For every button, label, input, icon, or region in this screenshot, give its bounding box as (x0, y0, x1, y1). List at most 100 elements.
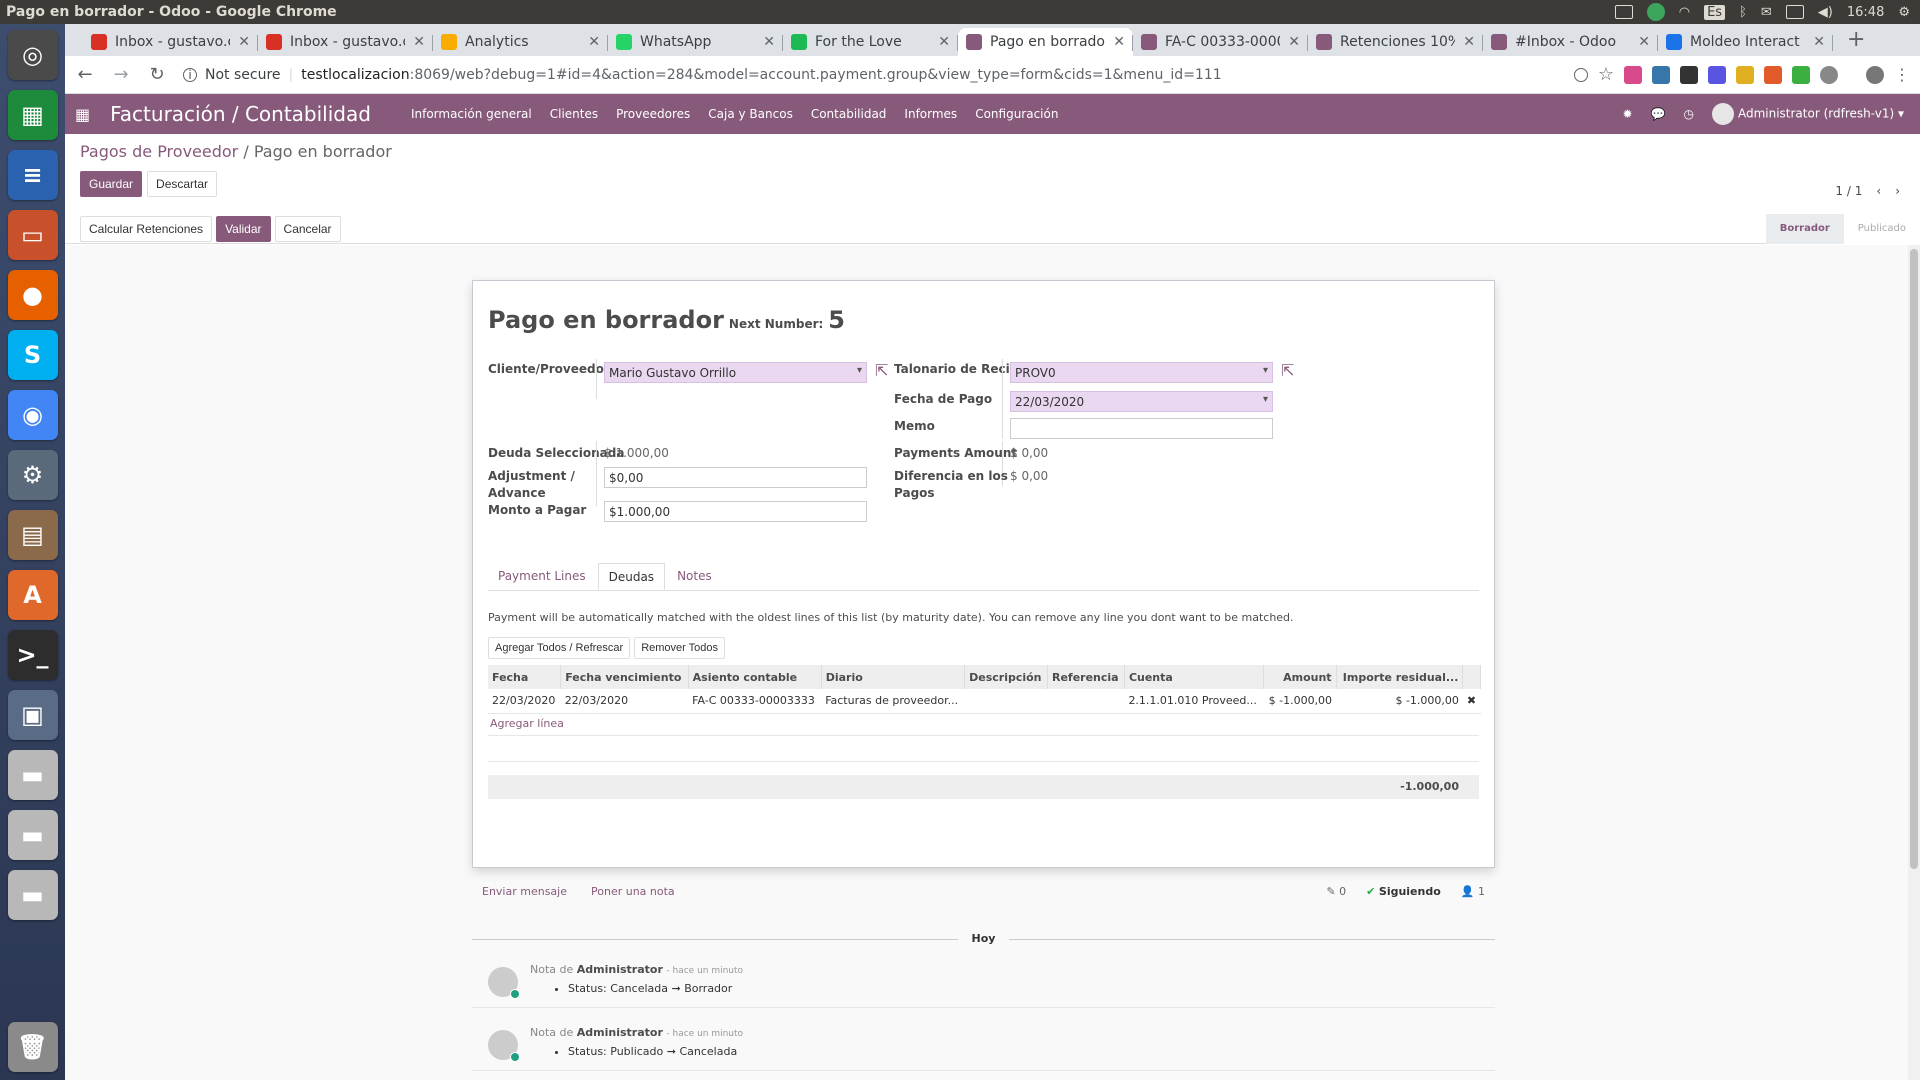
ubuntu-dash-icon[interactable]: ◎ (7, 30, 58, 80)
profile-icon[interactable] (1866, 65, 1884, 84)
bluetooth-icon[interactable]: ᛒ (1739, 5, 1747, 20)
menu-item[interactable]: Configuración (975, 107, 1058, 121)
close-tab-icon[interactable]: ✕ (1463, 34, 1475, 50)
close-tab-icon[interactable]: ✕ (1638, 34, 1650, 50)
zoom-icon[interactable] (1573, 67, 1588, 82)
activity-icon[interactable]: ◷ (1683, 107, 1693, 121)
notebook-tab[interactable]: Notes (667, 563, 722, 590)
column-header[interactable]: Amount (1263, 665, 1337, 689)
url-text[interactable]: testlocalizacion:8069/web?debug=1#id=4&a… (301, 67, 1221, 83)
battery-icon[interactable] (1785, 5, 1804, 19)
zoom-meeting-icon[interactable] (1708, 65, 1726, 84)
extension-icon[interactable] (1736, 65, 1754, 84)
browser-tab[interactable]: WhatsApp ✕ (608, 28, 783, 56)
menu-item[interactable]: Informes (904, 107, 957, 121)
omnibox[interactable]: i Not secure | testlocalizacion:8069/web… (183, 67, 1558, 83)
gear-icon[interactable]: ⚙ (1898, 5, 1910, 20)
trash-icon[interactable]: 🗑 (7, 1022, 58, 1072)
log-note-button[interactable]: Poner una nota (591, 885, 675, 898)
discard-button[interactable]: Descartar (147, 171, 218, 197)
firefox-icon[interactable]: ● (7, 270, 58, 320)
column-header[interactable]: Descripción (964, 665, 1048, 689)
amount-to-pay-field[interactable]: $1.000,00 (604, 501, 867, 522)
followers-button[interactable]: 👤 1 (1461, 885, 1485, 898)
receiptbook-field[interactable]: PROV0 (1010, 362, 1273, 383)
menu-item[interactable]: Proveedores (616, 107, 690, 121)
software-center-icon[interactable]: A (7, 570, 58, 620)
apps-menu-icon[interactable]: ▦ (75, 105, 90, 124)
pager-value[interactable]: 1 / 1 (1835, 184, 1862, 198)
wifi-icon[interactable]: ◠ (1679, 5, 1690, 20)
settings-icon[interactable]: ⚙ (7, 450, 58, 500)
column-header[interactable]: Cuenta (1124, 665, 1264, 689)
drive-icon[interactable]: ▬ (7, 750, 58, 800)
python-icon[interactable] (1652, 65, 1670, 84)
user-menu[interactable]: Administrator (rdfresh-v1) ▾ (1711, 103, 1904, 125)
extension-icon[interactable] (1624, 65, 1642, 84)
message-author[interactable]: Administrator (577, 963, 663, 976)
external-link-icon[interactable]: ⇱ (1281, 361, 1294, 380)
writer-icon[interactable]: ≡ (7, 150, 58, 200)
cancel-button[interactable]: Cancelar (274, 215, 341, 242)
back-icon[interactable]: ← (75, 64, 95, 85)
payment-date-field[interactable]: 22/03/2020 (1010, 391, 1273, 412)
clock[interactable]: 16:48 (1847, 5, 1884, 20)
app-brand[interactable]: Facturación / Contabilidad (110, 102, 371, 126)
calc-withholdings-button[interactable]: Calcular Retenciones (80, 215, 213, 242)
browser-tab[interactable]: Inbox - gustavo.o ✕ (258, 28, 433, 56)
menu-item[interactable]: Información general (411, 107, 532, 121)
extension-icon[interactable] (1792, 65, 1810, 84)
validate-button[interactable]: Validar (216, 215, 271, 242)
avatar[interactable] (488, 1030, 520, 1062)
menu-item[interactable]: Caja y Bancos (708, 107, 793, 121)
send-message-button[interactable]: Enviar mensaje (482, 885, 567, 898)
follow-button[interactable]: ✔ Siguiendo (1366, 885, 1441, 898)
scrollbar[interactable] (1908, 245, 1920, 1080)
table-row[interactable]: 22/03/2020 22/03/2020 FA-C 00333-00003333 F… (488, 689, 1481, 714)
column-header[interactable]: Referencia (1047, 665, 1125, 689)
breadcrumb-parent[interactable]: Pagos de Proveedor (80, 142, 238, 161)
column-header[interactable]: Importe residual... (1336, 665, 1464, 689)
terminal-icon[interactable]: >_ (7, 630, 58, 680)
remove-all-button[interactable]: Remover Todos (634, 637, 726, 659)
external-link-icon[interactable]: ⇱ (875, 361, 888, 380)
messages-icon[interactable]: 💬 (1651, 107, 1666, 121)
scrollbar-thumb[interactable] (1910, 249, 1918, 869)
keyboard-layout[interactable]: Es (1704, 4, 1726, 20)
extension-icon[interactable] (1820, 65, 1838, 84)
close-tab-icon[interactable]: ✕ (238, 34, 250, 50)
notebook-tab[interactable]: Payment Lines (488, 563, 596, 590)
info-icon[interactable]: i (183, 67, 197, 82)
browser-tab[interactable]: Retenciones 10% ✕ (1308, 28, 1483, 56)
delete-row-icon[interactable]: ✖ (1462, 689, 1481, 714)
menu-icon[interactable]: ⋮ (1894, 65, 1910, 84)
close-tab-icon[interactable]: ✕ (938, 34, 950, 50)
workspace-icon[interactable]: ▣ (7, 690, 58, 740)
spreadsheet-icon[interactable]: ▦ (7, 90, 58, 140)
browser-tab[interactable]: FA-C 00333-0000 ✕ (1133, 28, 1308, 56)
browser-tab[interactable]: Analytics ✕ (433, 28, 608, 56)
add-line-link[interactable]: Agregar línea (490, 717, 564, 730)
attachments-button[interactable]: ✎ 0 (1326, 885, 1346, 898)
adjustment-field[interactable]: $0,00 (604, 467, 867, 488)
column-header[interactable]: Fecha vencimiento (560, 665, 689, 689)
column-header[interactable]: Fecha (488, 665, 562, 689)
browser-tab[interactable]: #Inbox - Odoo ✕ (1483, 28, 1658, 56)
impress-icon[interactable]: ▭ (7, 210, 58, 260)
close-tab-icon[interactable]: ✕ (1288, 34, 1300, 50)
partner-field[interactable]: Mario Gustavo Orrillo (604, 362, 867, 383)
drive-icon[interactable]: ▬ (7, 870, 58, 920)
debug-icon[interactable]: ✹ (1622, 107, 1632, 121)
browser-tab[interactable]: For the Love ✕ (783, 28, 958, 56)
drive-icon[interactable]: ▬ (7, 810, 58, 860)
mail-icon[interactable]: ✉ (1761, 5, 1772, 20)
reload-icon[interactable]: ↻ (147, 64, 167, 85)
browser-tab[interactable]: Inbox - gustavo.o ✕ (83, 28, 258, 56)
memo-field[interactable] (1010, 418, 1273, 439)
column-header[interactable]: Asiento contable (688, 665, 822, 689)
add-all-button[interactable]: Agregar Todos / Refrescar (488, 637, 631, 659)
extension-icon[interactable] (1764, 65, 1782, 84)
star-icon[interactable]: ☆ (1598, 64, 1614, 85)
save-button[interactable]: Guardar (80, 171, 143, 197)
message-author[interactable]: Administrator (577, 1026, 663, 1039)
